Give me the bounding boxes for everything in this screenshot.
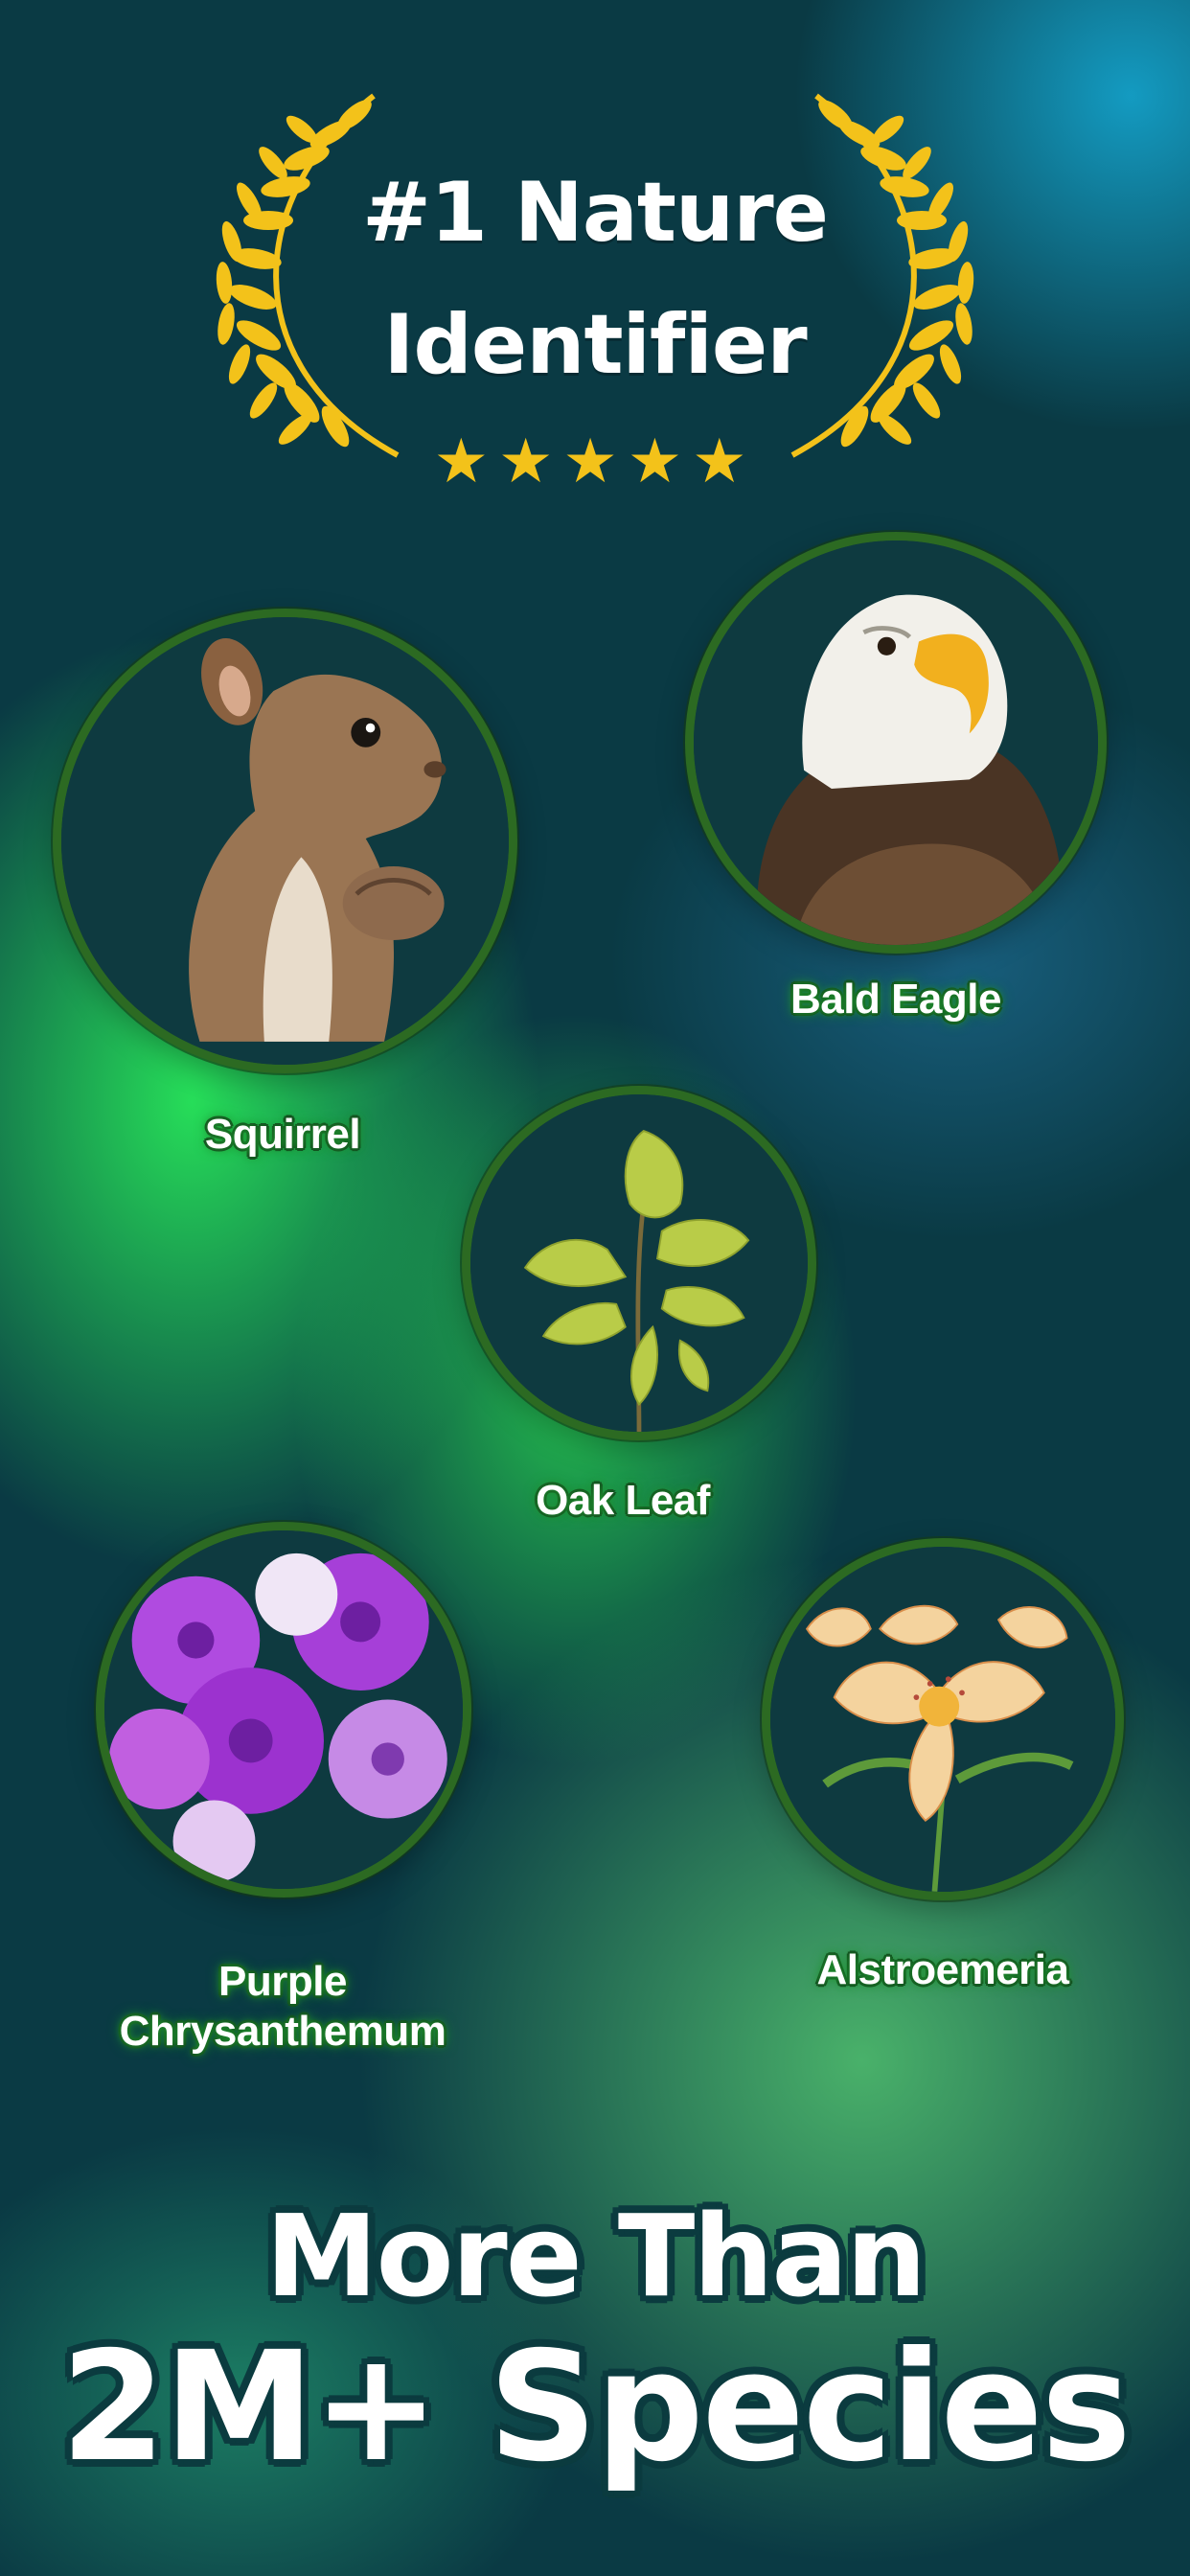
oak-leaf-image [462,1086,816,1440]
squirrel-label: Squirrel [204,1111,361,1158]
bald-eagle-image [685,532,1107,954]
alstroemeria-image [762,1538,1124,1900]
chrysanthemum-image [96,1522,471,1898]
laurel-left-icon [216,93,400,458]
laurel-right-icon [790,93,974,458]
purple-chrysanthemum-label-line2: Chrysanthemum [119,2008,446,2055]
purple-chrysanthemum-label: Purple Chrysanthemum [91,1957,474,2057]
purple-chrysanthemum-label-line1: Purple [218,1958,347,2005]
rating-stars-icon: ★★★★★ [433,426,757,497]
footer-line1: More Than [265,2190,927,2322]
alstroemeria-label: Alstroemeria [816,1946,1069,1993]
header: #1 Nature Identifier ★★★★★ [0,0,1190,537]
title-line2: Identifier [383,297,807,393]
footer-line2: 2M+ Species [60,2319,1132,2496]
oak-leaf-label: Oak Leaf [536,1477,710,1524]
title-line1: #1 Nature [362,165,829,261]
squirrel-image [53,609,517,1073]
bald-eagle-label: Bald Eagle [790,976,1001,1023]
